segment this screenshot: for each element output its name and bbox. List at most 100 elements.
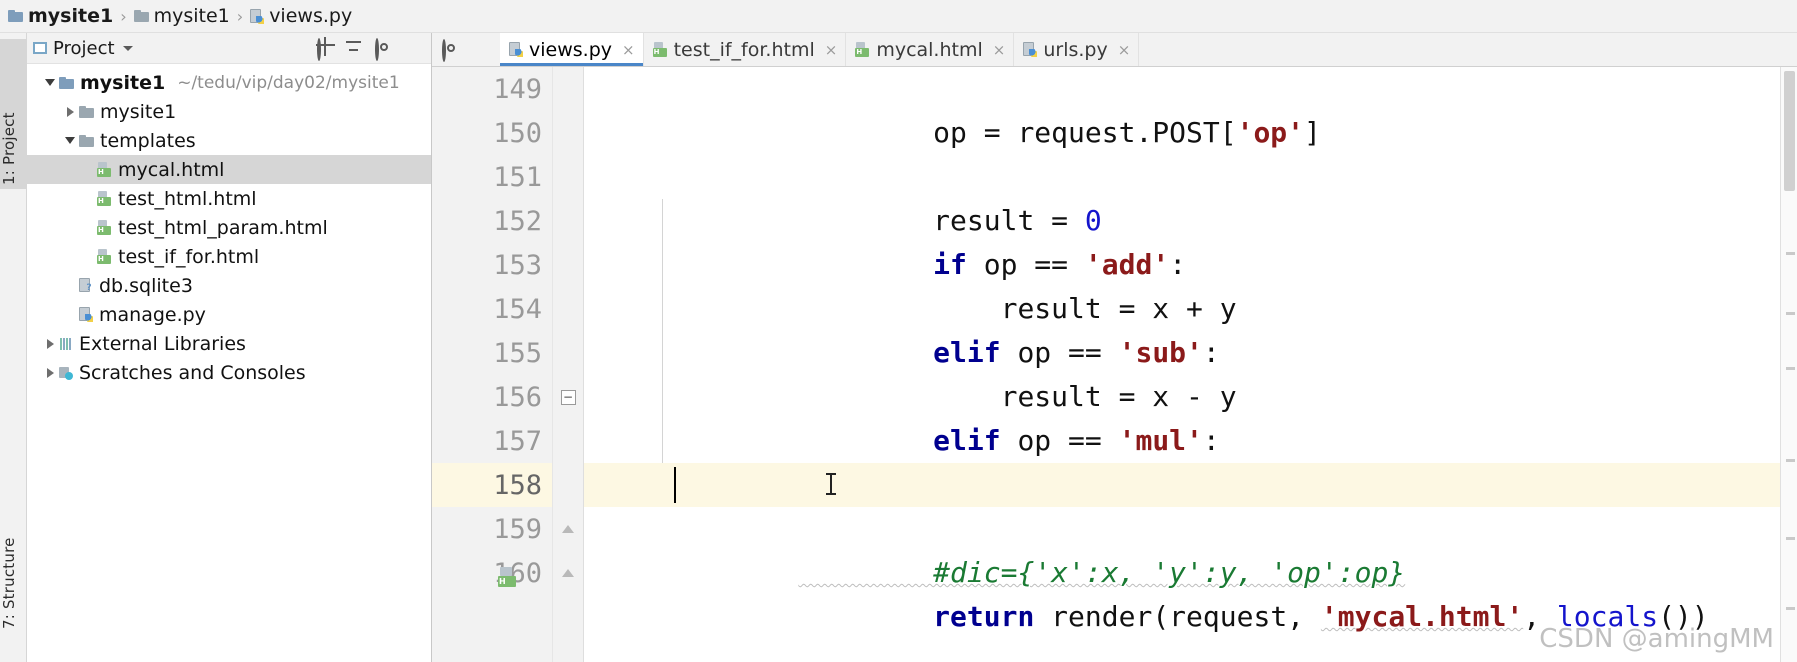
tree-item-db-sqlite3[interactable]: db.sqlite3 (27, 271, 431, 300)
fold-collapse-icon[interactable]: − (560, 389, 576, 405)
code-line-154[interactable]: elif op == 'sub': (584, 287, 1780, 369)
fold-slot[interactable] (553, 551, 583, 595)
tree-item-test-html-html[interactable]: test_html.html (27, 184, 431, 213)
code-line-156[interactable]: elif op == 'mul': (584, 375, 1780, 457)
scrollbar-marker (1786, 252, 1795, 255)
gear-icon[interactable] (375, 37, 392, 61)
tool-window-button-project[interactable]: 1: Project (0, 39, 26, 189)
line-number-gutter: 149 150 151 152 153 154 155 156 157 158 … (432, 67, 553, 662)
chevron-down-icon[interactable] (41, 79, 59, 86)
scrollbar-marker (1786, 312, 1795, 315)
line-number-current: 158 (432, 463, 552, 507)
code-token: , (1523, 600, 1557, 633)
tree-item-label: test_if_for.html (118, 245, 260, 268)
left-tool-strip: 1: Project 7: Structure (0, 33, 27, 662)
tree-item-test-if-for-html[interactable]: test_if_for.html (27, 242, 431, 271)
collapse-all-icon[interactable] (346, 40, 363, 57)
line-number: 157 (493, 425, 542, 457)
code-text-area[interactable]: op = request.POST['op'] result = 0 if op… (584, 67, 1780, 662)
fold-expand-icon[interactable] (562, 569, 574, 577)
tree-item-templates[interactable]: templates (27, 126, 431, 155)
code-line-158-current[interactable] (584, 463, 1780, 507)
folder-icon (79, 105, 94, 118)
tab-label: urls.py (1043, 38, 1108, 61)
html-file-icon (97, 220, 112, 235)
editor-scrollbar[interactable] (1780, 67, 1797, 662)
editor-area: views.py × test_if_for.html × mycal.html… (432, 33, 1797, 662)
chevron-right-icon[interactable] (41, 367, 59, 378)
fold-slot (553, 155, 583, 199)
project-panel-title: Project (53, 37, 115, 59)
breadcrumb: mysite1 › mysite1 › views.py (0, 0, 1797, 33)
breadcrumb-item-project[interactable]: mysite1 (8, 5, 113, 27)
code-line-150[interactable] (584, 111, 1780, 155)
python-file-icon (250, 8, 265, 24)
fold-slot (553, 111, 583, 155)
pycharm-window: mysite1 › mysite1 › views.py 1: Project … (0, 0, 1797, 662)
target-icon[interactable] (317, 37, 334, 61)
tab-urls-py[interactable]: urls.py × (1014, 33, 1140, 66)
project-tool-window: Project mysite1 ~/tedu/vip/day02/mysite1 (27, 33, 432, 662)
breadcrumb-item-package[interactable]: mysite1 (133, 5, 230, 27)
minimize-icon[interactable] (404, 40, 421, 57)
tab-label: views.py (529, 38, 612, 61)
code-line-159[interactable]: #dic={'x':x, 'y':y, 'op':op} (584, 507, 1780, 589)
scrollbar-marker (1786, 537, 1795, 540)
chevron-down-icon[interactable] (61, 137, 79, 144)
chevron-right-icon[interactable] (61, 106, 79, 117)
editor-tab-bar: views.py × test_if_for.html × mycal.html… (432, 33, 1797, 67)
html-file-icon (97, 249, 112, 264)
tree-item-scratches-and-consoles[interactable]: Scratches and Consoles (27, 358, 431, 387)
code-line-160[interactable]: return render(request, 'mycal.html', loc… (584, 551, 1780, 633)
code-line-155[interactable]: result = x - y (584, 331, 1780, 413)
code-editor[interactable]: 149 150 151 152 153 154 155 156 157 158 … (432, 67, 1797, 662)
project-tree: mysite1 ~/tedu/vip/day02/mysite1 mysite1… (27, 64, 431, 662)
scrollbar-thumb[interactable] (1784, 71, 1795, 191)
close-icon[interactable]: × (825, 41, 838, 59)
tree-item-path: ~/tedu/vip/day02/mysite1 (177, 72, 400, 93)
code-line-153[interactable]: result = x + y (584, 243, 1780, 325)
close-icon[interactable]: × (993, 41, 1006, 59)
fold-slot[interactable]: − (553, 375, 583, 419)
code-line-149[interactable]: op = request.POST['op'] (584, 67, 1780, 149)
fold-slot[interactable] (553, 507, 583, 551)
folder-icon (79, 134, 94, 147)
scratches-icon (59, 366, 73, 380)
line-number: 152 (493, 205, 542, 237)
tree-item-external-libraries[interactable]: External Libraries (27, 329, 431, 358)
breadcrumb-label: views.py (269, 5, 353, 27)
line-number: 151 (493, 161, 542, 193)
main-split: 1: Project 7: Structure Project mysite1 … (0, 33, 1797, 662)
tab-mycal-html[interactable]: mycal.html × (846, 33, 1015, 66)
chevron-down-icon[interactable] (122, 45, 133, 51)
tree-item-mysite1-root[interactable]: mysite1 ~/tedu/vip/day02/mysite1 (27, 68, 431, 97)
tree-item-mysite1-package[interactable]: mysite1 (27, 97, 431, 126)
code-line-157[interactable]: result = x * y (584, 419, 1780, 501)
tree-item-manage-py[interactable]: manage.py (27, 300, 431, 329)
close-icon[interactable]: × (622, 41, 635, 59)
code-folding-gutter[interactable]: − (553, 67, 584, 662)
line-number: 155 (493, 337, 542, 369)
tab-test-if-for-html[interactable]: test_if_for.html × (644, 33, 847, 66)
chevron-right-icon[interactable] (41, 338, 59, 349)
breadcrumb-item-file[interactable]: views.py (250, 5, 352, 27)
tree-item-label: db.sqlite3 (99, 274, 193, 297)
code-line-152[interactable]: if op == 'add': (584, 199, 1780, 281)
scrollbar-marker (1786, 367, 1795, 370)
html-run-gutter-icon[interactable] (498, 567, 518, 587)
tree-item-label: mysite1 (100, 100, 177, 123)
tree-item-test-html-param-html[interactable]: test_html_param.html (27, 213, 431, 242)
gear-icon[interactable] (442, 39, 459, 62)
breadcrumb-label: mysite1 (153, 5, 230, 27)
tree-item-label: templates (100, 129, 196, 152)
tab-views-py[interactable]: views.py × (500, 33, 644, 66)
code-line-151[interactable]: result = 0 (584, 155, 1780, 237)
tool-window-button-structure[interactable]: 7: Structure (0, 463, 26, 633)
fold-expand-icon[interactable] (562, 525, 574, 533)
tree-item-mycal-html[interactable]: mycal.html (27, 155, 431, 184)
minimize-icon[interactable] (473, 41, 490, 58)
close-icon[interactable]: × (1118, 41, 1131, 59)
tree-item-label: External Libraries (79, 332, 246, 355)
folder-icon (133, 10, 149, 22)
